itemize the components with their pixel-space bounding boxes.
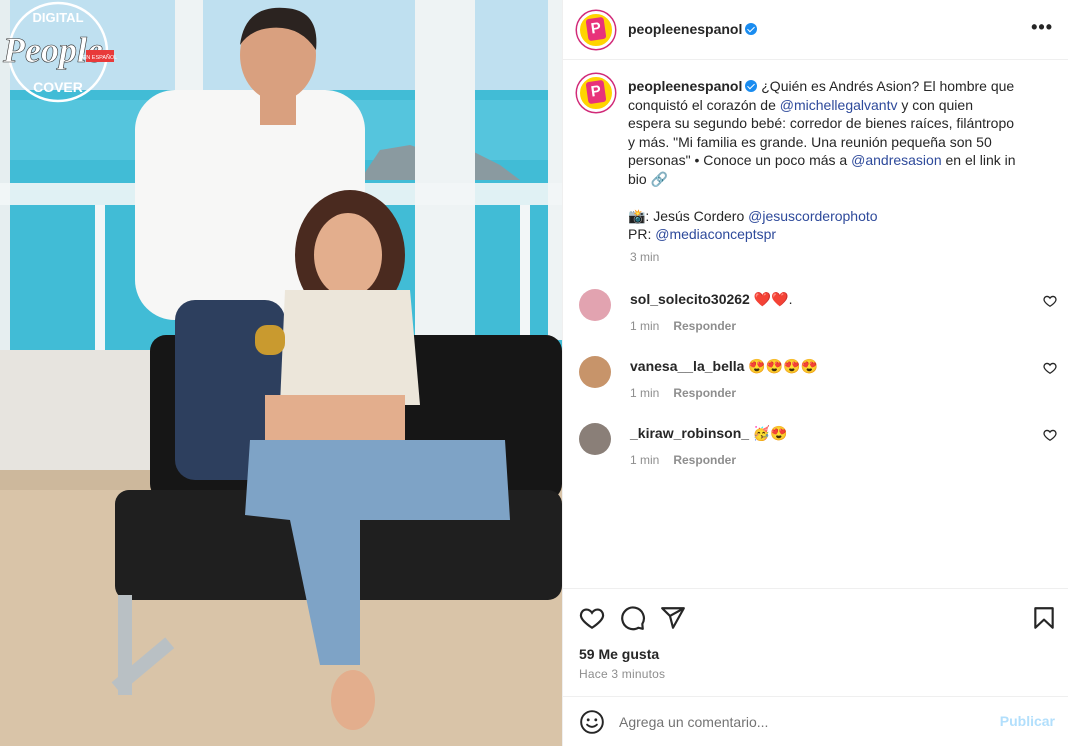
publish-button[interactable]: Publicar: [1000, 713, 1055, 729]
profile-username[interactable]: peopleenespanol: [628, 21, 758, 37]
likes-count[interactable]: 59 Me gusta: [579, 646, 659, 662]
mention-link[interactable]: @jesuscorderophoto: [748, 208, 877, 224]
comment-bubble-icon[interactable]: [620, 605, 646, 631]
badge-sub-text: EN ESPAÑOL: [83, 54, 118, 61]
comment-text: 😍😍😍😍: [744, 358, 819, 374]
reply-button[interactable]: Responder: [673, 386, 736, 400]
badge-bottom-text: COVER: [33, 79, 83, 95]
mention-link[interactable]: @andresasion: [851, 152, 942, 168]
comment-time: 1 min: [630, 319, 660, 333]
save-bookmark-icon[interactable]: [1031, 605, 1057, 631]
post-photo-illustration: [0, 0, 562, 746]
comment-avatar[interactable]: [579, 289, 611, 321]
verified-badge-icon: [745, 80, 758, 92]
post-photo[interactable]: DIGITAL People EN ESPAÑOL COVER: [0, 0, 562, 746]
comment-item: vanesa__la_bella 😍😍😍😍 1 min Responder: [563, 356, 1068, 416]
reply-button[interactable]: Responder: [673, 453, 736, 467]
comment-text: 🥳😍: [749, 425, 788, 441]
verified-badge-icon: [745, 23, 758, 35]
caption-timestamp: 3 min: [630, 250, 660, 264]
comment-avatar[interactable]: [579, 423, 611, 455]
comment-username[interactable]: vanesa__la_bella: [630, 358, 744, 374]
share-send-icon[interactable]: [660, 605, 686, 631]
badge-top-text: DIGITAL: [32, 10, 83, 25]
comment-username[interactable]: sol_solecito30262: [630, 291, 750, 307]
post-actions: 59 Me gusta Hace 3 minutos: [563, 588, 1068, 696]
like-comment-heart-icon[interactable]: [1043, 428, 1057, 442]
caption-avatar[interactable]: P: [577, 74, 615, 112]
like-comment-heart-icon[interactable]: [1043, 294, 1057, 308]
mention-link[interactable]: @mediaconceptspr: [655, 226, 776, 242]
post-header: P peopleenespanol •••: [563, 0, 1068, 60]
comment-time: 1 min: [630, 386, 660, 400]
more-options-button[interactable]: •••: [1031, 18, 1053, 36]
like-comment-heart-icon[interactable]: [1043, 361, 1057, 375]
post-timestamp[interactable]: Hace 3 minutos: [579, 667, 665, 681]
post-caption: peopleenespanol ¿Quién es Andrés Asion? …: [628, 78, 1016, 242]
reply-button[interactable]: Responder: [673, 319, 736, 333]
profile-avatar[interactable]: P: [577, 11, 615, 49]
like-heart-icon[interactable]: [579, 605, 605, 631]
comment-text: ❤️❤️.: [749, 291, 793, 307]
emoji-icon[interactable]: [579, 709, 605, 735]
comment-input[interactable]: [619, 711, 979, 733]
mention-link[interactable]: @michellegalvantv: [780, 97, 898, 113]
add-comment-bar: Publicar: [563, 696, 1068, 746]
people-cover-logo: DIGITAL People EN ESPAÑOL COVER: [2, 1, 118, 103]
comment-time: 1 min: [630, 453, 660, 467]
comment-item: _kiraw_robinson_ 🥳😍 1 min Responder: [563, 423, 1068, 483]
post-sidebar: P peopleenespanol ••• P peopleenespanol …: [562, 0, 1068, 746]
comment-avatar[interactable]: [579, 356, 611, 388]
comment-username[interactable]: _kiraw_robinson_: [630, 425, 749, 441]
comment-item: sol_solecito30262 ❤️❤️. 1 min Responder: [563, 289, 1068, 349]
caption-username[interactable]: peopleenespanol: [628, 78, 742, 94]
